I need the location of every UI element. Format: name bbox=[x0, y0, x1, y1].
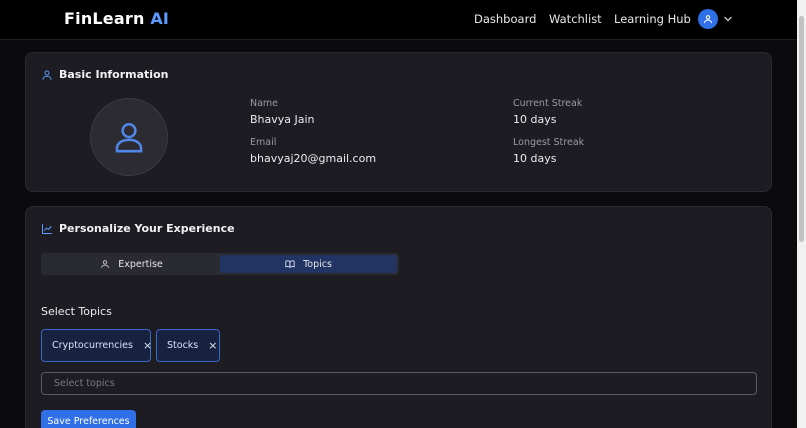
close-icon[interactable]: × bbox=[208, 340, 217, 351]
basic-information-heading: Basic Information bbox=[41, 68, 168, 81]
name-label: Name bbox=[250, 98, 279, 109]
nav-link-learning-hub[interactable]: Learning Hub bbox=[614, 12, 691, 26]
topic-search-input[interactable] bbox=[41, 372, 757, 395]
personalize-experience-card: Personalize Your Experience Expertise To… bbox=[25, 206, 772, 428]
card-title-text: Personalize Your Experience bbox=[59, 222, 235, 235]
user-icon bbox=[704, 15, 712, 24]
user-icon bbox=[42, 70, 52, 80]
page-scrollbar[interactable] bbox=[797, 0, 806, 428]
close-icon[interactable]: × bbox=[143, 340, 152, 351]
save-preferences-button[interactable]: Save Preferences bbox=[41, 410, 136, 428]
select-topics-label: Select Topics bbox=[41, 305, 112, 318]
name-value: Bhavya Jain bbox=[250, 113, 315, 126]
profile-avatar bbox=[90, 98, 168, 176]
tab-topics[interactable]: Topics bbox=[220, 255, 397, 273]
email-value: bhavyaj20@gmail.com bbox=[250, 152, 377, 165]
brand-name: FinLearn bbox=[64, 9, 145, 28]
brand-logo[interactable]: FinLearn AI bbox=[64, 9, 169, 28]
user-icon bbox=[115, 122, 143, 153]
brand-accent: AI bbox=[150, 9, 170, 28]
longest-streak-label: Longest Streak bbox=[513, 137, 585, 148]
basic-information-card: Basic Information Name Bhavya Jain Email… bbox=[25, 52, 772, 192]
book-icon bbox=[285, 260, 295, 268]
chip-label: Stocks bbox=[167, 340, 199, 351]
nav-link-watchlist[interactable]: Watchlist bbox=[549, 12, 602, 26]
card-title-text: Basic Information bbox=[59, 68, 169, 81]
current-streak-label: Current Streak bbox=[513, 98, 583, 109]
preference-tabs: Expertise Topics bbox=[41, 253, 399, 275]
user-avatar-button[interactable] bbox=[698, 9, 718, 29]
nav-link-dashboard[interactable]: Dashboard bbox=[474, 12, 536, 26]
chart-line-icon bbox=[42, 223, 52, 234]
longest-streak-value: 10 days bbox=[513, 152, 557, 165]
tab-label: Expertise bbox=[118, 258, 163, 270]
topic-chip-cryptocurrencies: Cryptocurrencies × bbox=[41, 329, 152, 362]
tab-expertise[interactable]: Expertise bbox=[43, 255, 220, 273]
current-streak-value: 10 days bbox=[513, 113, 557, 126]
top-navbar: FinLearn AI Dashboard Watchlist Learning… bbox=[0, 0, 797, 40]
tab-label: Topics bbox=[303, 258, 332, 270]
personalize-heading: Personalize Your Experience bbox=[41, 222, 235, 235]
email-label: Email bbox=[250, 137, 277, 148]
topic-chip-stocks: Stocks × bbox=[156, 329, 220, 362]
scrollbar-thumb[interactable] bbox=[799, 16, 804, 242]
user-icon bbox=[101, 260, 109, 269]
chevron-down-icon[interactable] bbox=[722, 13, 734, 25]
chip-label: Cryptocurrencies bbox=[52, 340, 133, 351]
